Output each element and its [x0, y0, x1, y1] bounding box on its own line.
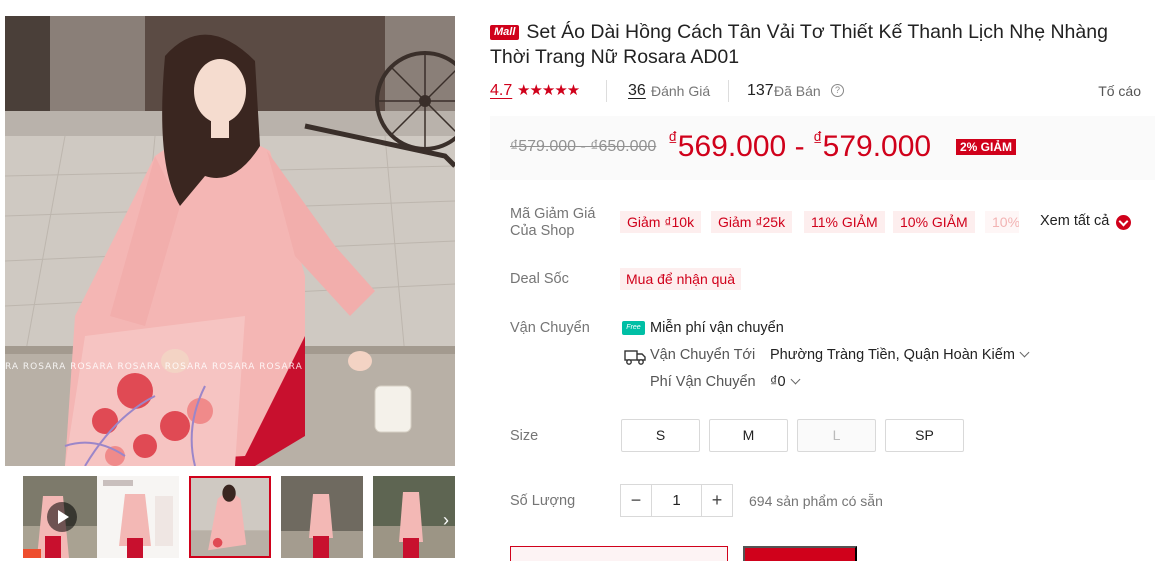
- deal-label: Deal Sốc: [510, 271, 569, 287]
- quantity-label: Số Lượng: [510, 493, 576, 509]
- play-icon: [47, 502, 77, 532]
- shipping-fee-label: Phí Vận Chuyển: [650, 374, 756, 390]
- help-icon[interactable]: ?: [831, 84, 844, 97]
- product-title: Mall Set Áo Dài Hồng Cách Tân Vải Tơ Thiế…: [490, 20, 1140, 70]
- ship-to-value: Phường Tràng Tiền, Quận Hoàn Kiếm: [770, 347, 1015, 363]
- thumbnail-image[interactable]: [281, 476, 363, 558]
- size-option-l[interactable]: L: [797, 419, 876, 452]
- chevron-down-icon: [1019, 347, 1030, 358]
- price-max: 579.000: [822, 130, 932, 163]
- deal-tag[interactable]: Mua để nhận quà: [620, 268, 741, 290]
- video-badge: [23, 549, 41, 558]
- product-title-text: Set Áo Dài Hồng Cách Tân Vải Tơ Thiết Kế…: [490, 21, 1108, 68]
- size-option-m[interactable]: M: [709, 419, 788, 452]
- see-all-vouchers-link[interactable]: Xem tất cả: [1040, 213, 1109, 229]
- stock-available: 694 sản phẩm có sẵn: [749, 493, 883, 509]
- thumbnail-image[interactable]: ›: [373, 476, 455, 558]
- thumbnail-strip: ›: [5, 474, 457, 560]
- thumbnail-video[interactable]: [23, 476, 105, 558]
- chevron-down-icon: [790, 374, 800, 385]
- size-option-sp[interactable]: SP: [885, 419, 964, 452]
- quantity-stepper: − +: [620, 484, 733, 517]
- voucher-tag[interactable]: Giảm ₫25k: [711, 211, 793, 233]
- main-product-image[interactable]: RA ROSARA ROSARA ROSARA ROSARA ROSARA RO…: [5, 16, 455, 466]
- size-option-s[interactable]: S: [621, 419, 700, 452]
- thumbnail-street-preview: [281, 476, 363, 558]
- sold-label: Đã Bán: [774, 83, 821, 99]
- voucher-tag-partial[interactable]: 10% G: [985, 211, 1019, 233]
- currency-symbol: ₫: [668, 129, 678, 150]
- chevron-right-icon[interactable]: ›: [439, 509, 453, 531]
- decrease-quantity-button[interactable]: −: [621, 485, 652, 516]
- chevron-down-icon[interactable]: [1116, 215, 1131, 230]
- rating-stars-icon: ★★★★★: [517, 82, 580, 99]
- size-label: Size: [510, 428, 539, 444]
- voucher-label: Mã Giảm Giá Của Shop: [510, 206, 596, 239]
- watermark: RA ROSARA ROSARA ROSARA ROSARA ROSARA RO…: [5, 362, 303, 372]
- shipping-label: Vận Chuyển: [510, 320, 590, 336]
- ship-to-label: Vận Chuyển Tới: [650, 347, 756, 363]
- currency-symbol: ₫: [812, 129, 823, 150]
- report-link[interactable]: Tố cáo: [1098, 83, 1141, 99]
- discount-badge: 2% GIẢM: [956, 139, 1017, 155]
- increase-quantity-button[interactable]: +: [701, 485, 732, 516]
- thumbnail-image[interactable]: [97, 476, 179, 558]
- voucher-tag[interactable]: Giảm ₫10k: [620, 211, 702, 233]
- thumbnail-active-preview: [191, 478, 269, 556]
- divider: [728, 80, 729, 102]
- divider: [606, 80, 607, 102]
- free-shipping-icon: Free: [622, 321, 645, 335]
- shipping-fee-value: ₫0: [770, 374, 786, 390]
- thumbnail-image-active[interactable]: [189, 476, 271, 558]
- rating-row: 4.7 ★★★★★ 36 Đánh Giá 137 Đã Bán ? Tố cá…: [490, 80, 1150, 102]
- price-separator: -: [794, 130, 805, 163]
- add-to-cart-button[interactable]: [510, 546, 728, 561]
- reviews-label: Đánh Giá: [651, 83, 711, 99]
- sold-count: 137: [747, 82, 774, 99]
- current-price: ₫569.000 - ₫579.000: [668, 129, 931, 164]
- voucher-tag[interactable]: 11% GIẢM: [804, 211, 885, 233]
- truck-icon: [624, 350, 646, 365]
- product-photo-illustration: [5, 16, 455, 466]
- thumbnail-catalog-preview: [97, 476, 179, 558]
- voucher-tag[interactable]: 10% GIẢM: [893, 211, 975, 233]
- mall-badge: Mall: [490, 25, 520, 40]
- ship-to-selector[interactable]: Phường Tràng Tiền, Quận Hoàn Kiếm: [770, 347, 1030, 363]
- quantity-input[interactable]: [652, 485, 701, 516]
- reviews-count[interactable]: 36: [628, 82, 646, 100]
- free-shipping-text: Miễn phí vận chuyển: [650, 320, 784, 336]
- buy-now-button[interactable]: [743, 546, 857, 561]
- price-section: ₫579.000 - ₫650.000 ₫569.000 - ₫579.000 …: [490, 116, 1155, 180]
- original-price: ₫579.000 - ₫650.000: [510, 138, 657, 155]
- price-min: 569.000: [677, 130, 787, 163]
- rating-score[interactable]: 4.7: [490, 82, 512, 100]
- shipping-fee-selector[interactable]: ₫0: [770, 374, 800, 390]
